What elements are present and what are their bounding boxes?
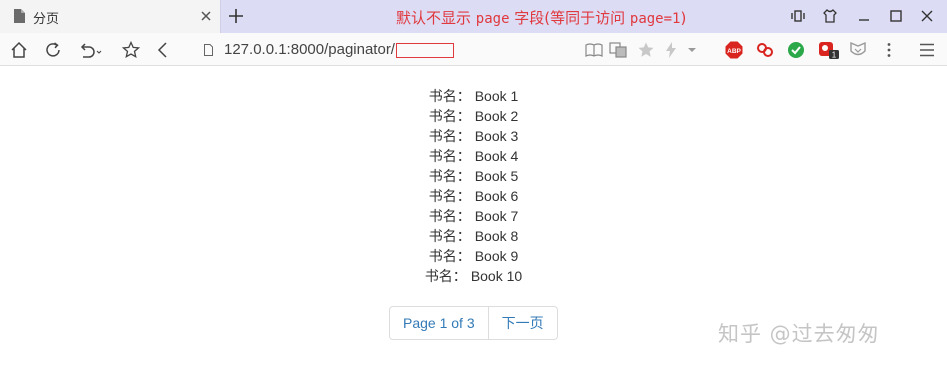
list-item: 书名： Book 4 [0, 146, 947, 166]
home-icon[interactable] [10, 41, 28, 59]
reader-book-icon[interactable] [585, 41, 603, 59]
reader-mode-icon[interactable] [790, 8, 806, 24]
book-label: 书名： [428, 128, 471, 144]
skin-shirt-icon[interactable] [822, 8, 838, 24]
list-item: 书名： Book 7 [0, 206, 947, 226]
book-title: Book 4 [474, 148, 519, 164]
list-item: 书名： Book 6 [0, 186, 947, 206]
new-tab-icon[interactable] [227, 7, 245, 25]
favorite-star-icon[interactable] [122, 41, 140, 59]
annotation-text-middle: 字段(等同于访问 [509, 9, 630, 27]
title-bar: 分页 默认不显示 page 字段(等同于访问 page=1) [0, 0, 947, 33]
list-item: 书名： Book 1 [0, 86, 947, 106]
close-tab-icon[interactable] [199, 9, 213, 23]
minimize-icon[interactable] [856, 8, 872, 24]
address-bar[interactable]: 127.0.0.1:8000/paginator/ [200, 39, 708, 61]
book-label: 书名： [428, 168, 471, 184]
list-item: 书名： Book 3 [0, 126, 947, 146]
list-item: 书名： Book 10 [0, 266, 947, 286]
annotation-text-before: 默认不显示 [396, 9, 476, 27]
book-title: Book 5 [474, 168, 519, 184]
adblock-icon[interactable]: ABP [725, 41, 743, 59]
url-highlight-box [396, 43, 454, 58]
list-item: 书名： Book 2 [0, 106, 947, 126]
book-title: Book 9 [474, 248, 519, 264]
list-item: 书名： Book 8 [0, 226, 947, 246]
extension-badge-count: 1 [832, 51, 837, 60]
book-title: Book 2 [474, 108, 519, 124]
star-icon[interactable] [637, 41, 655, 59]
book-label: 书名： [428, 108, 471, 124]
refresh-icon[interactable] [44, 41, 62, 59]
annotation-code-page-1: page=1 [629, 11, 681, 27]
hamburger-menu-icon[interactable] [918, 41, 936, 59]
annotation-text-after: ) [680, 9, 687, 27]
red-extension-icon[interactable]: 1 [818, 41, 840, 59]
green-check-extension-icon[interactable] [787, 41, 805, 59]
browser-toolbar: 127.0.0.1:8000/paginator/ ABP 1 [0, 33, 947, 66]
book-label: 书名： [428, 248, 471, 264]
tab-title: 分页 [33, 12, 60, 27]
book-title: Book 8 [474, 228, 519, 244]
shield-extension-icon[interactable] [849, 41, 867, 59]
close-window-icon[interactable] [919, 8, 935, 24]
lightning-icon[interactable] [662, 41, 680, 59]
chain-link-icon[interactable] [756, 41, 774, 59]
page-icon [14, 9, 25, 23]
annotation-code-page: page [475, 11, 510, 27]
book-label: 书名： [428, 148, 471, 164]
list-item: 书名： Book 5 [0, 166, 947, 186]
browser-tab[interactable]: 分页 [0, 0, 221, 33]
next-page-link[interactable]: 下一页 [488, 306, 558, 340]
book-list: 书名： Book 1 书名： Book 2 书名： Book 3 书名： Book 4 书名： B… [0, 86, 947, 286]
annotation-note: 默认不显示 page 字段(等同于访问 page=1) [396, 7, 686, 28]
undo-icon[interactable] [78, 41, 104, 59]
maximize-icon[interactable] [888, 8, 904, 24]
book-title: Book 10 [470, 268, 523, 284]
page-info-icon [204, 44, 213, 56]
url-text[interactable]: 127.0.0.1:8000/paginator/ [224, 41, 395, 58]
book-label: 书名： [428, 88, 471, 104]
book-title: Book 7 [474, 208, 519, 224]
book-label: 书名： [428, 208, 471, 224]
list-item: 书名： Book 9 [0, 246, 947, 266]
more-menu-icon[interactable] [884, 41, 894, 59]
book-label: 书名： [428, 228, 471, 244]
back-arrow-icon[interactable] [154, 41, 172, 59]
adblock-label: ABP [727, 48, 741, 55]
book-label: 书名： [428, 188, 471, 204]
book-title: Book 3 [474, 128, 519, 144]
pagination: Page 1 of 3 下一页 [389, 306, 558, 340]
dropdown-icon[interactable] [686, 41, 698, 59]
translate-icon[interactable] [609, 41, 627, 59]
book-title: Book 1 [474, 88, 519, 104]
book-title: Book 6 [474, 188, 519, 204]
page-indicator: Page 1 of 3 [389, 306, 489, 340]
watermark: 知乎 @过去匆匆 [718, 322, 880, 346]
book-label: 书名： [424, 268, 467, 284]
